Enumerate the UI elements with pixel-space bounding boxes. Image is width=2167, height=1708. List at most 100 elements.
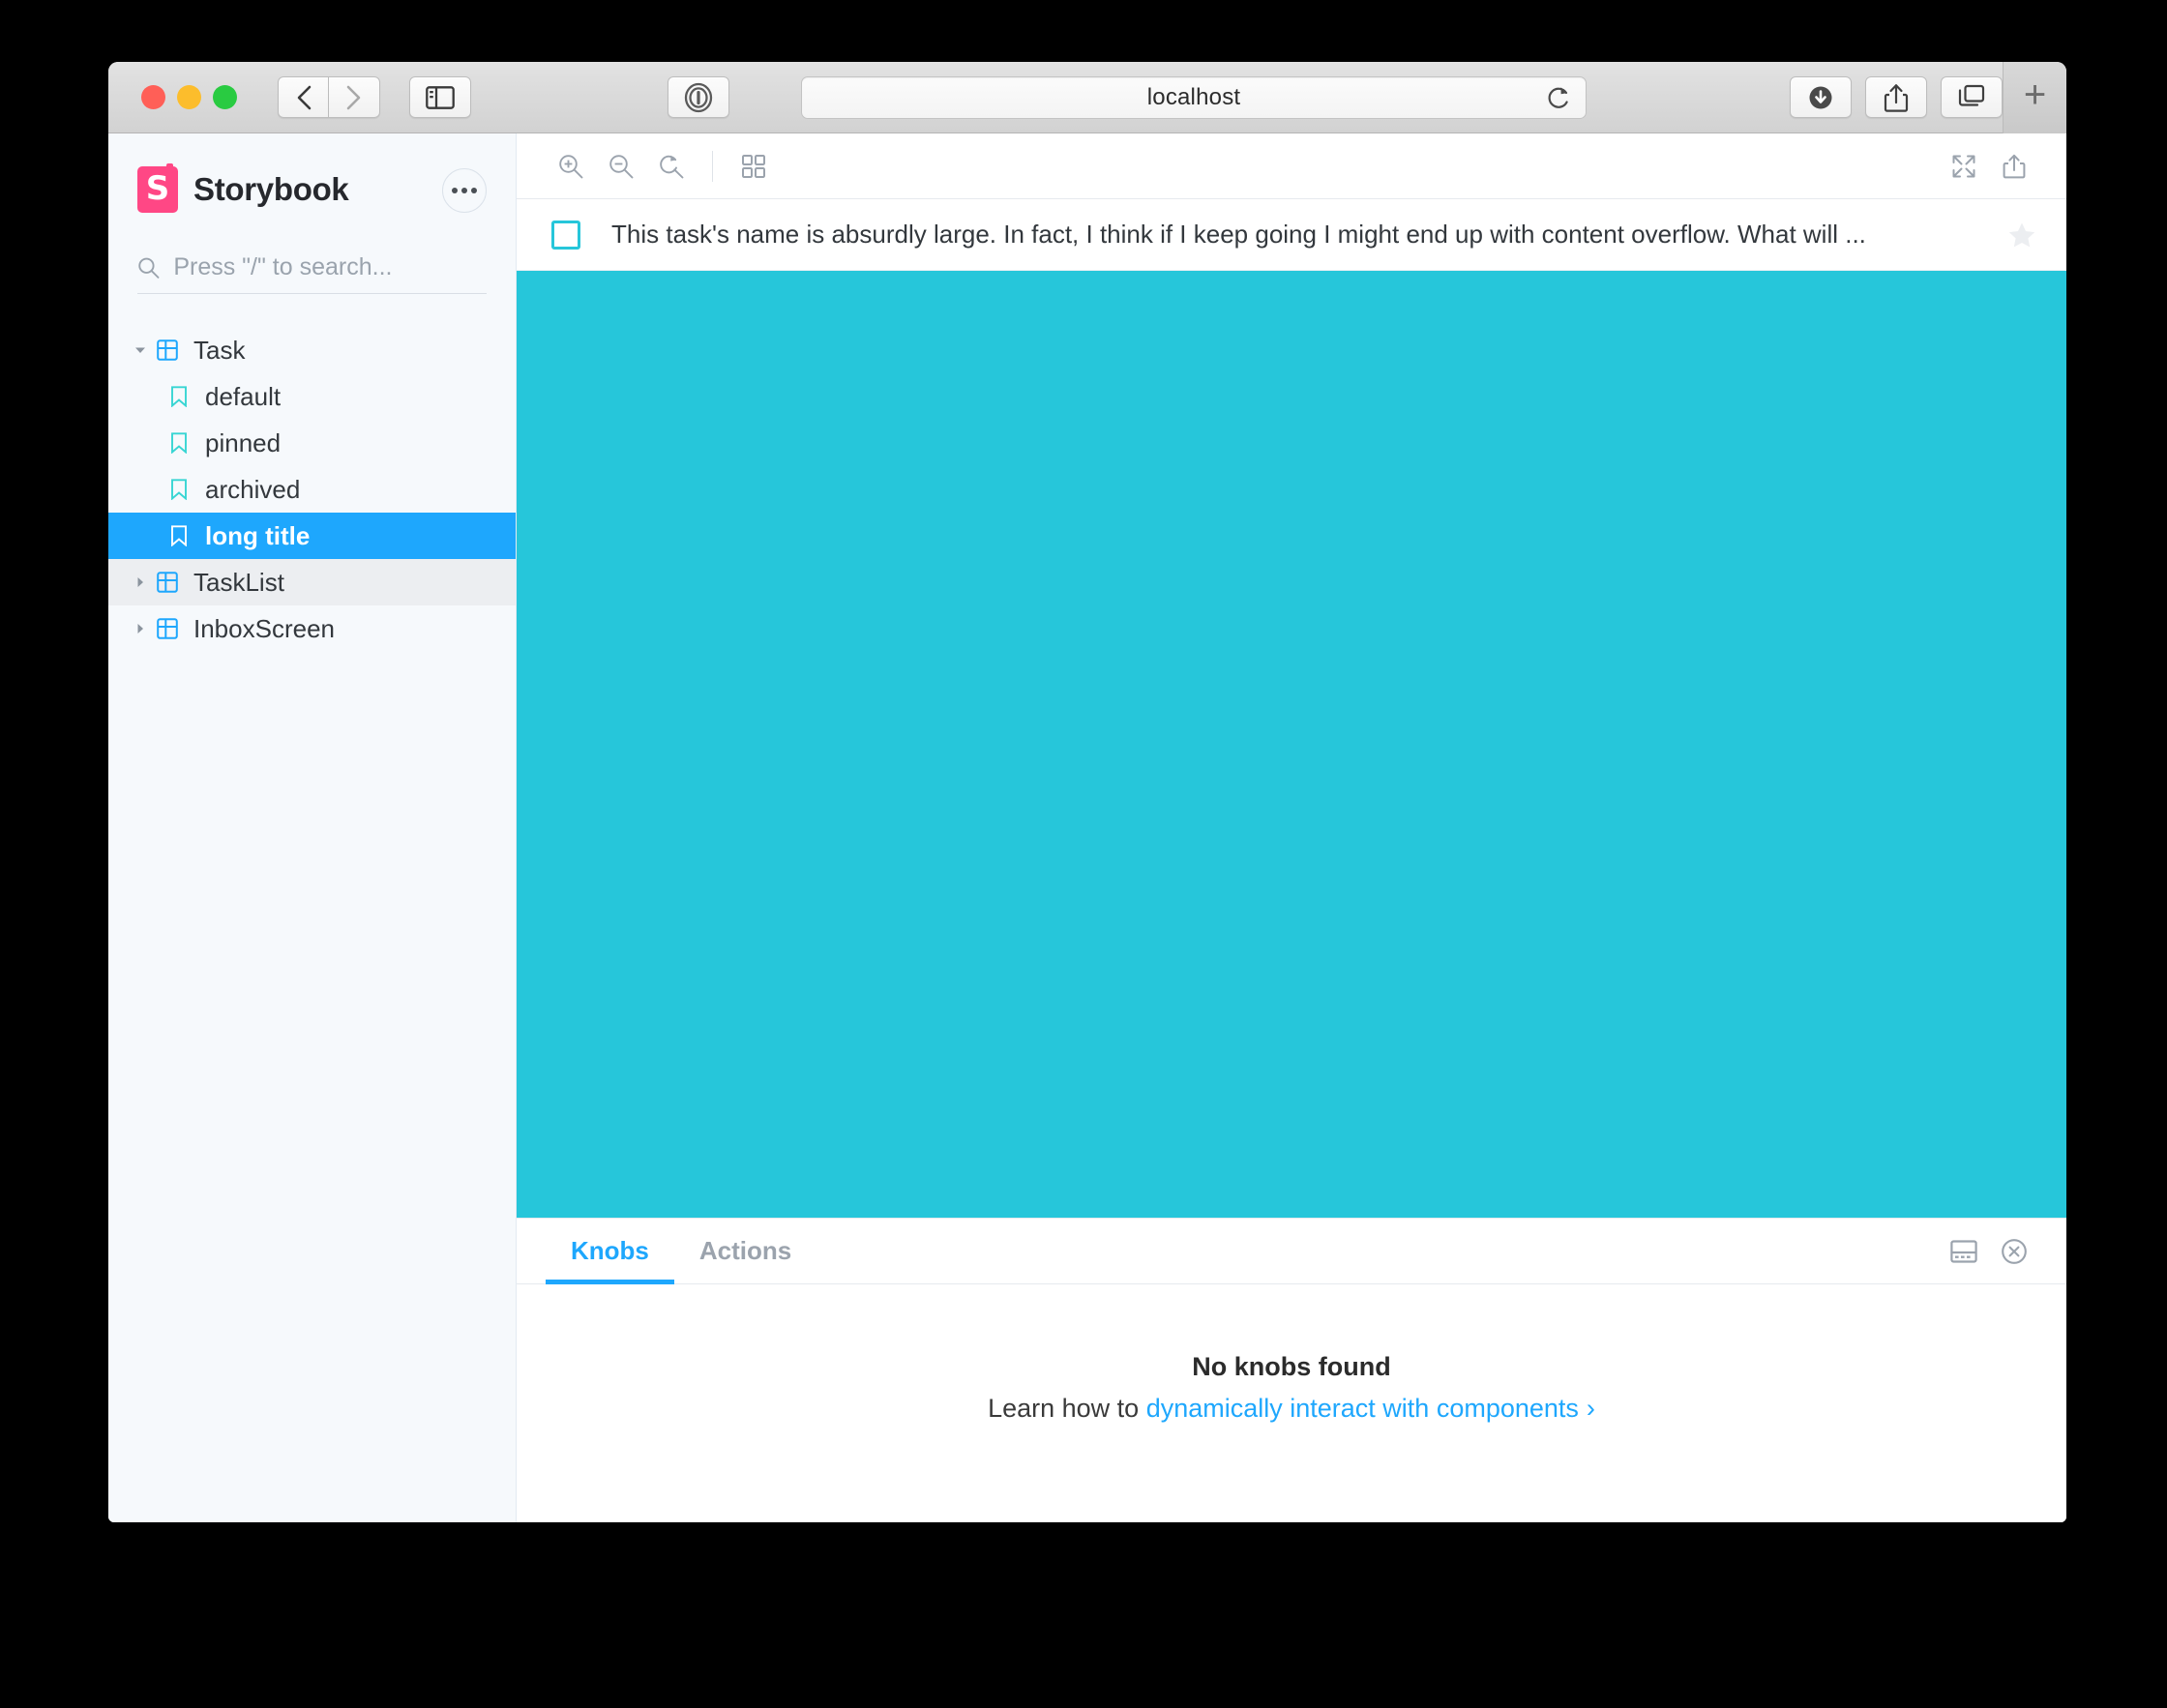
task-list-item[interactable]: This task's name is absurdly large. In f… xyxy=(517,199,2066,271)
toolbar-right-buttons xyxy=(668,76,2003,118)
tree-item-default[interactable]: default xyxy=(108,373,516,420)
chevron-right-icon xyxy=(346,85,361,109)
page-content: S Storybook Press "/" to search... Task … xyxy=(108,133,2066,1522)
address-bar-container: localhost xyxy=(801,75,1587,119)
panel-tab-spacer xyxy=(816,1219,1939,1283)
knobs-docs-link[interactable]: dynamically interact with components xyxy=(1146,1394,1579,1423)
url-text: localhost xyxy=(1146,83,1241,110)
tab-actions[interactable]: Actions xyxy=(674,1219,816,1283)
sidebar-menu-button[interactable] xyxy=(442,168,487,213)
caret-down-icon[interactable] xyxy=(130,343,151,357)
browser-window: localhost + S Storybook Press "/" to sea… xyxy=(108,62,2066,1522)
caret-right-icon[interactable] xyxy=(130,622,151,635)
sidebar-toggle-button[interactable] xyxy=(409,76,471,118)
close-panel-icon xyxy=(2002,1238,2027,1264)
tree-item-label: TaskList xyxy=(193,567,284,597)
fullscreen-button[interactable] xyxy=(1939,141,1989,191)
pin-task-button[interactable] xyxy=(2006,220,2037,250)
tab-label: Knobs xyxy=(571,1236,649,1265)
onepassword-button[interactable] xyxy=(668,76,729,118)
window-controls xyxy=(141,85,237,109)
sidebar-toggle-icon xyxy=(426,85,455,109)
reload-button[interactable] xyxy=(1545,84,1572,111)
story-icon xyxy=(163,479,195,500)
tree-item-inboxscreen[interactable]: InboxScreen xyxy=(108,605,516,652)
tree-item-label: long title xyxy=(205,520,311,550)
back-button[interactable] xyxy=(278,76,329,118)
open-in-new-tab-button[interactable] xyxy=(1989,141,2039,191)
tab-overview-icon xyxy=(1958,84,1985,106)
tab-knobs[interactable]: Knobs xyxy=(546,1219,674,1284)
preview-pane: This task's name is absurdly large. In f… xyxy=(517,133,2066,1522)
forward-button[interactable] xyxy=(329,76,380,118)
zoom-reset-button[interactable] xyxy=(646,141,697,191)
share-button[interactable] xyxy=(1865,76,1927,118)
tree-item-long-title[interactable]: long title xyxy=(108,513,516,559)
toolbar-divider xyxy=(712,150,713,182)
close-panel-button[interactable] xyxy=(1989,1219,2039,1283)
brand-title: Storybook xyxy=(193,171,349,207)
story-canvas: This task's name is absurdly large. In f… xyxy=(517,199,2066,1218)
grid-background-icon xyxy=(742,154,765,178)
empty-state-subtitle: Learn how to dynamically interact with c… xyxy=(988,1394,1595,1424)
minimize-window-button[interactable] xyxy=(177,85,201,109)
ellipsis-icon-dot xyxy=(461,188,467,193)
tree-item-label: pinned xyxy=(205,427,282,457)
search-icon xyxy=(138,257,160,279)
story-icon xyxy=(163,432,195,454)
empty-state-prefix: Learn how to xyxy=(988,1394,1146,1423)
onepassword-icon xyxy=(684,82,713,112)
tree-item-label: Task xyxy=(193,335,246,365)
caret-right-icon[interactable] xyxy=(130,575,151,589)
component-icon xyxy=(151,618,184,639)
tree-item-archived[interactable]: archived xyxy=(108,466,516,513)
new-tab-button[interactable]: + xyxy=(2003,62,2066,133)
reload-icon xyxy=(1548,86,1568,108)
star-icon xyxy=(2008,222,2035,247)
tree-item-tasklist[interactable]: TaskList xyxy=(108,559,516,605)
tree-item-label: archived xyxy=(205,474,301,504)
zoom-out-button[interactable] xyxy=(596,141,646,191)
downloads-icon xyxy=(1809,86,1832,108)
search-input[interactable] xyxy=(173,253,487,281)
tab-label: Actions xyxy=(698,1236,792,1265)
task-checkbox[interactable] xyxy=(551,220,580,250)
panel-position-button[interactable] xyxy=(1939,1219,1989,1283)
ellipsis-icon-dot xyxy=(471,188,477,193)
storybook-brand[interactable]: S Storybook xyxy=(108,153,516,213)
close-window-button[interactable] xyxy=(141,85,165,109)
preview-toolbar xyxy=(517,133,2066,199)
ellipsis-icon-dot xyxy=(452,188,458,193)
grid-background-button[interactable] xyxy=(728,141,779,191)
empty-state-title: No knobs found xyxy=(1192,1352,1391,1381)
zoom-in-icon xyxy=(559,154,583,178)
tree-item-pinned[interactable]: pinned xyxy=(108,420,516,466)
tree-item-task[interactable]: Task xyxy=(108,327,516,373)
new-tab-label: + xyxy=(2023,74,2047,116)
share-icon xyxy=(1884,83,1909,112)
search-row[interactable] xyxy=(137,253,487,294)
addon-panel-tabs: Knobs Actions xyxy=(517,1219,2066,1284)
maximize-window-button[interactable] xyxy=(213,85,237,109)
chevron-left-icon xyxy=(297,85,311,109)
component-icon xyxy=(151,339,184,361)
component-icon xyxy=(151,572,184,593)
zoom-reset-icon xyxy=(660,155,684,178)
task-title: This task's name is absurdly large. In f… xyxy=(611,220,1866,249)
story-tree: Task default pinned archived long title … xyxy=(108,327,516,652)
open-in-new-tab-icon xyxy=(2003,154,2026,178)
navigation-buttons xyxy=(278,76,380,118)
tab-overview-button[interactable] xyxy=(1941,76,2003,118)
story-canvas-background xyxy=(517,271,2066,1218)
address-bar[interactable]: localhost xyxy=(801,75,1587,119)
zoom-in-button[interactable] xyxy=(546,141,596,191)
story-icon xyxy=(163,386,195,407)
storybook-logo-letter: S xyxy=(145,169,170,208)
downloads-button[interactable] xyxy=(1790,76,1852,118)
chevron-right-icon: › xyxy=(1586,1394,1595,1423)
tree-item-label: default xyxy=(205,381,282,411)
tree-item-label: InboxScreen xyxy=(193,613,335,643)
browser-toolbar: localhost + xyxy=(108,62,2066,133)
fullscreen-icon xyxy=(1952,155,1975,177)
storybook-logo-icon: S xyxy=(137,163,178,213)
